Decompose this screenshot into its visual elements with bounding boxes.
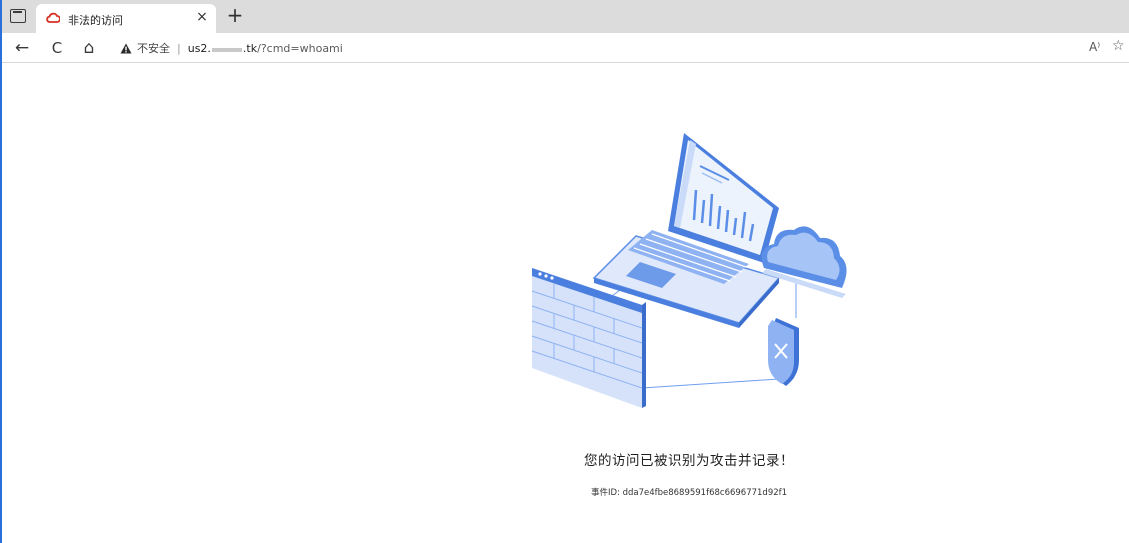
event-id: 事件ID: dda7e4fbe8689591f68c6696771d92f1: [590, 488, 788, 498]
refresh-button[interactable]: C: [46, 37, 68, 59]
shield-icon: [768, 318, 799, 386]
favorites-icon[interactable]: ☆: [1112, 38, 1125, 54]
blocked-message: 您的访问已被识别为攻击并记录！: [584, 453, 794, 469]
address-bar[interactable]: 不安全 | us2. .tk /?cmd=whoami: [120, 37, 343, 59]
redacted-host: [211, 48, 242, 52]
back-button[interactable]: ←: [11, 37, 33, 59]
tab-title: 非法的访问: [68, 14, 123, 27]
home-button[interactable]: ⌂: [78, 37, 100, 59]
tab-active[interactable]: 非法的访问 ×: [36, 4, 216, 33]
toolbar: ← C ⌂ 不安全 | us2. .tk /?cmd=whoami A⁾ ☆: [2, 33, 1129, 63]
cloud-favicon-icon: [46, 12, 60, 23]
security-illustration: [531, 133, 847, 408]
tab-strip: 非法的访问 × +: [2, 0, 1129, 33]
url-host-prefix: us2.: [187, 41, 211, 55]
browser-window: 非法的访问 × + ← C ⌂ 不安全 | us2. .tk /?cmd=who…: [0, 0, 1129, 543]
read-aloud-icon[interactable]: A⁾: [1089, 40, 1100, 54]
tab-close-icon[interactable]: ×: [194, 8, 210, 26]
address-separator: |: [177, 41, 181, 55]
url-host-suffix: .tk: [242, 41, 258, 55]
security-label[interactable]: 不安全: [137, 40, 170, 56]
new-tab-button[interactable]: +: [224, 5, 246, 27]
url-path: /?cmd=whoami: [257, 41, 343, 55]
tab-actions-icon[interactable]: [10, 9, 26, 23]
warning-icon: [120, 43, 132, 53]
